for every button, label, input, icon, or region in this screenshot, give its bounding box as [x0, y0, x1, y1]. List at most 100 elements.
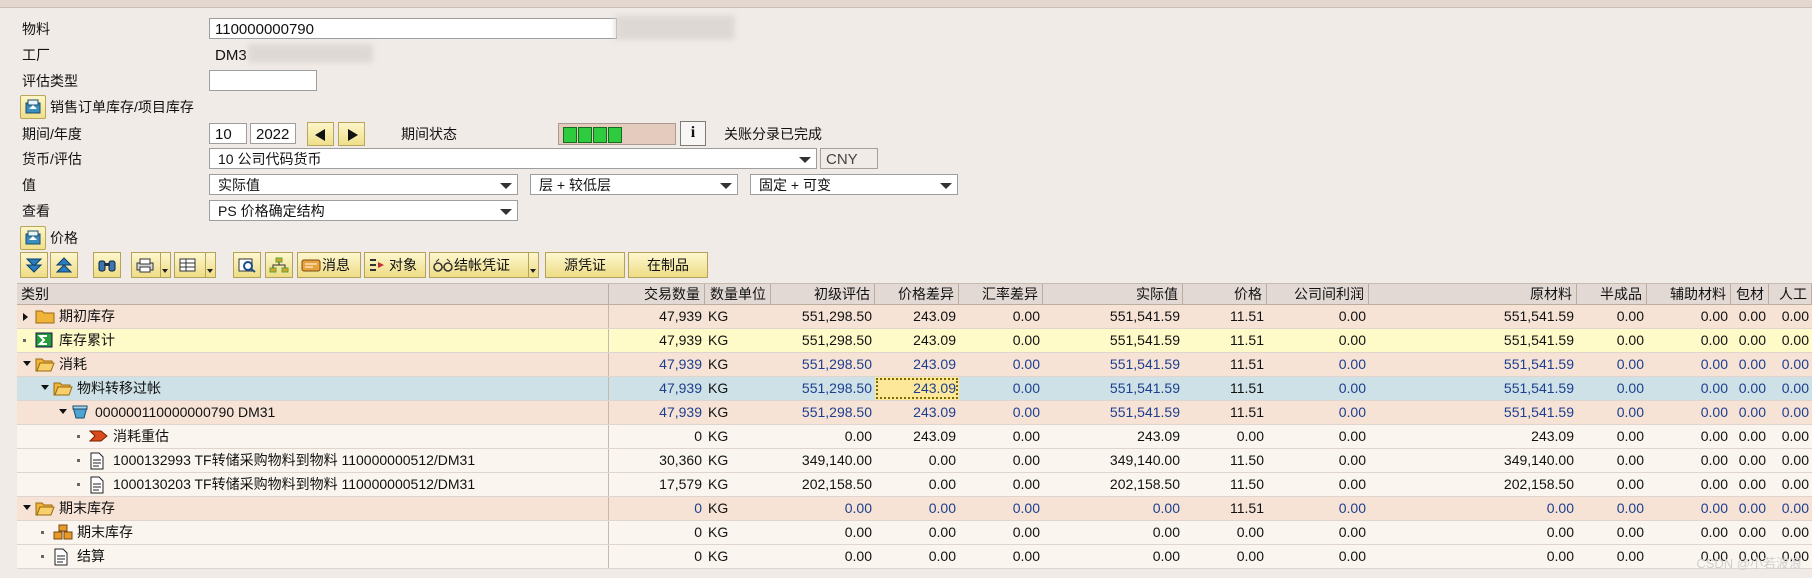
pricediff-cell[interactable]: 243.09: [875, 329, 959, 352]
primary-cell[interactable]: 551,298.50: [771, 401, 875, 424]
aux-cell[interactable]: 0.00: [1647, 473, 1731, 496]
category-cell[interactable]: 期初库存: [17, 305, 609, 328]
aux-cell[interactable]: 0.00: [1647, 521, 1731, 544]
semi-cell[interactable]: 0.00: [1577, 353, 1647, 376]
unit-cell[interactable]: KG: [705, 545, 771, 568]
pricediff-cell[interactable]: 0.00: [875, 497, 959, 520]
icp-cell[interactable]: 0.00: [1267, 497, 1369, 520]
table-row[interactable]: 000000110000000790 DM31 47,939 KG 551,298.5…: [17, 401, 1812, 425]
unit-cell[interactable]: KG: [705, 521, 771, 544]
actual-cell[interactable]: 349,140.00: [1043, 449, 1183, 472]
pack-cell[interactable]: 0.00: [1731, 305, 1769, 328]
aux-cell[interactable]: 0.00: [1647, 329, 1731, 352]
primary-cell[interactable]: 551,298.50: [771, 377, 875, 400]
layout-button[interactable]: [174, 252, 216, 278]
price-cell[interactable]: 11.51: [1183, 305, 1267, 328]
actual-cell[interactable]: 551,541.59: [1043, 305, 1183, 328]
column-header[interactable]: 半成品: [1577, 284, 1647, 305]
table-row[interactable]: 物料转移过帐 47,939 KG 551,298.50 243.09 0.00 551,54…: [17, 377, 1812, 401]
category-cell[interactable]: 结算: [17, 545, 609, 568]
raw-cell[interactable]: 0.00: [1369, 521, 1577, 544]
aux-cell[interactable]: 0.00: [1647, 497, 1731, 520]
pricediff-cell[interactable]: 243.09: [875, 305, 959, 328]
semi-cell[interactable]: 0.00: [1577, 377, 1647, 400]
table-row[interactable]: 期初库存 47,939 KG 551,298.50 243.09 0.00 551,541.…: [17, 305, 1812, 329]
primary-cell[interactable]: 551,298.50: [771, 305, 875, 328]
raw-cell[interactable]: 551,541.59: [1369, 305, 1577, 328]
price-cell[interactable]: 11.51: [1183, 401, 1267, 424]
pricediff-cell[interactable]: 0.00: [875, 449, 959, 472]
qty-cell[interactable]: 0: [609, 545, 705, 568]
column-header[interactable]: 类别: [17, 284, 609, 305]
qty-cell[interactable]: 0: [609, 497, 705, 520]
semi-cell[interactable]: 0.00: [1577, 401, 1647, 424]
primary-cell[interactable]: 551,298.50: [771, 329, 875, 352]
price-cell[interactable]: 11.51: [1183, 329, 1267, 352]
unit-cell[interactable]: KG: [705, 401, 771, 424]
expand-panel-icon[interactable]: [20, 95, 46, 119]
info-icon[interactable]: i: [680, 121, 706, 146]
table-row[interactable]: 结算 0 KG 0.00 0.00 0.00 0.00 0.00 0.00 0.00 0.00 0.0…: [17, 545, 1812, 569]
price-cell[interactable]: 0.00: [1183, 521, 1267, 544]
primary-cell[interactable]: 349,140.00: [771, 449, 875, 472]
pricediff-cell[interactable]: 243.09: [875, 425, 959, 448]
price-cell[interactable]: 11.51: [1183, 377, 1267, 400]
objects-button[interactable]: 对象: [364, 252, 426, 278]
primary-cell[interactable]: 0.00: [771, 425, 875, 448]
qty-cell[interactable]: 47,939: [609, 305, 705, 328]
price-cell[interactable]: 11.51: [1183, 353, 1267, 376]
actual-cell[interactable]: 551,541.59: [1043, 329, 1183, 352]
fxdiff-cell[interactable]: 0.00: [959, 329, 1043, 352]
category-cell[interactable]: 1000132993 TF转储采购物料到物料 110000000512/DM31: [17, 449, 609, 472]
pack-cell[interactable]: 0.00: [1731, 401, 1769, 424]
column-header[interactable]: 公司间利润: [1267, 284, 1369, 305]
pack-cell[interactable]: 0.00: [1731, 449, 1769, 472]
column-header[interactable]: 初级评估: [771, 284, 875, 305]
icp-cell[interactable]: 0.00: [1267, 353, 1369, 376]
tree-collapse-icon[interactable]: [23, 505, 31, 510]
fxdiff-cell[interactable]: 0.00: [959, 305, 1043, 328]
qty-cell[interactable]: 0: [609, 425, 705, 448]
detail-button[interactable]: [233, 252, 261, 278]
qty-cell[interactable]: 47,939: [609, 329, 705, 352]
column-header[interactable]: 价格: [1183, 284, 1267, 305]
category-cell[interactable]: 库存累计: [17, 329, 609, 352]
table-row[interactable]: 消耗 47,939 KG 551,298.50 243.09 0.00 551,541.59…: [17, 353, 1812, 377]
raw-cell[interactable]: 551,541.59: [1369, 353, 1577, 376]
aux-cell[interactable]: 0.00: [1647, 353, 1731, 376]
period-field[interactable]: 10: [209, 123, 247, 144]
pricediff-cell[interactable]: 0.00: [875, 473, 959, 496]
pricediff-cell[interactable]: 0.00: [875, 521, 959, 544]
raw-cell[interactable]: 0.00: [1369, 497, 1577, 520]
icp-cell[interactable]: 0.00: [1267, 329, 1369, 352]
semi-cell[interactable]: 0.00: [1577, 497, 1647, 520]
table-row[interactable]: 1000130203 TF转储采购物料到物料 110000000512/DM31…: [17, 473, 1812, 497]
column-header[interactable]: 原材料: [1369, 284, 1577, 305]
fxdiff-cell[interactable]: 0.00: [959, 473, 1043, 496]
column-header[interactable]: 辅助材料: [1647, 284, 1731, 305]
semi-cell[interactable]: 0.00: [1577, 545, 1647, 568]
category-cell[interactable]: 期末库存: [17, 521, 609, 544]
primary-cell[interactable]: 0.00: [771, 497, 875, 520]
icp-cell[interactable]: 0.00: [1267, 305, 1369, 328]
unit-cell[interactable]: KG: [705, 449, 771, 472]
pack-cell[interactable]: 0.00: [1731, 329, 1769, 352]
labor-cell[interactable]: 0.00: [1769, 329, 1812, 352]
semi-cell[interactable]: 0.00: [1577, 305, 1647, 328]
next-period-button[interactable]: [338, 122, 365, 146]
qty-cell[interactable]: 30,360: [609, 449, 705, 472]
price-cell[interactable]: 0.00: [1183, 545, 1267, 568]
unit-cell[interactable]: KG: [705, 305, 771, 328]
unit-cell[interactable]: KG: [705, 353, 771, 376]
valuation-type-field[interactable]: [209, 70, 317, 91]
level-dropdown[interactable]: 层 + 较低层: [530, 174, 738, 195]
icp-cell[interactable]: 0.00: [1267, 521, 1369, 544]
table-row[interactable]: 库存累计 47,939 KG 551,298.50 243.09 0.00 551,541.…: [17, 329, 1812, 353]
year-field[interactable]: 2022: [250, 123, 296, 144]
labor-cell[interactable]: 0.00: [1769, 497, 1812, 520]
raw-cell[interactable]: 0.00: [1369, 545, 1577, 568]
column-header[interactable]: 价格差异: [875, 284, 959, 305]
actual-cell[interactable]: 551,541.59: [1043, 377, 1183, 400]
qty-cell[interactable]: 17,579: [609, 473, 705, 496]
tree-collapse-icon[interactable]: [23, 361, 31, 366]
